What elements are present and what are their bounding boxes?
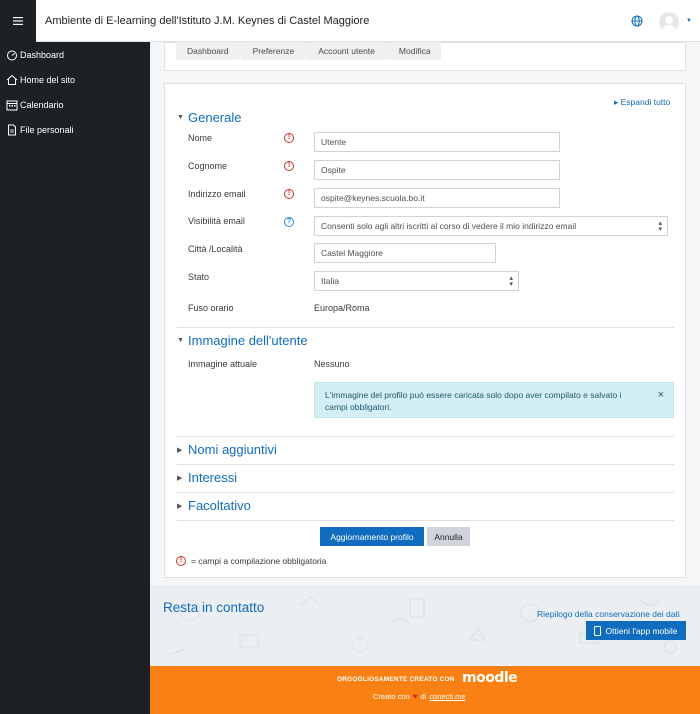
section-general[interactable]: ▼ Generale: [177, 110, 241, 125]
required-icon: !: [284, 161, 294, 171]
expand-all-label: Espandi tutto: [620, 97, 671, 107]
calendar-icon: [6, 100, 18, 111]
divider: [177, 492, 674, 493]
caret-right-icon: ▶: [177, 446, 183, 454]
section-user-image[interactable]: ▼ Immagine dell'utente: [177, 333, 308, 348]
sidebar-item-dashboard[interactable]: Dashboard: [6, 49, 64, 61]
divider: [177, 436, 674, 437]
first-name-input[interactable]: [314, 132, 560, 152]
file-icon: [8, 124, 16, 136]
navbar: Ambiente di E-learning dell'Istituto J.M…: [0, 0, 700, 42]
moodle-logo[interactable]: moodle: [462, 670, 518, 686]
alert-text: L'immagine del profilo può essere carica…: [325, 390, 622, 412]
globe-icon[interactable]: [631, 15, 643, 27]
country-select[interactable]: Italia ▴ ▾: [314, 271, 519, 291]
select-arrows-icon: ▴ ▾: [509, 275, 513, 288]
divider: [177, 327, 674, 328]
current-image-value: Nessuno: [314, 359, 350, 369]
hamburger-icon[interactable]: [0, 0, 36, 42]
data-retention-link[interactable]: Riepilogo della conservazione dei dati: [537, 609, 680, 619]
sidebar-item-label: Home del sito: [20, 75, 76, 85]
divider: [177, 464, 674, 465]
expand-all-link[interactable]: ▸ Espandi tutto: [614, 97, 670, 108]
help-icon[interactable]: ?: [284, 217, 294, 227]
contact-heading: Resta in contatto: [163, 600, 265, 615]
required-icon: !: [284, 133, 294, 143]
email-visibility-label: Visibilità email: [188, 216, 245, 226]
mobile-app-label: Ottieni l'app mobile: [605, 625, 678, 636]
sidebar: [0, 42, 150, 714]
dashboard-icon: [7, 50, 17, 61]
required-icon: !: [284, 189, 294, 199]
first-name-label: Nome: [188, 133, 213, 143]
select-arrows-icon: ▴ ▾: [658, 220, 662, 233]
select-value: Italia: [321, 276, 339, 286]
avatar-icon[interactable]: [659, 12, 679, 32]
heart-icon: ♥: [412, 692, 418, 701]
email-label: Indirizzo email: [188, 189, 246, 199]
caret-down-icon: ▼: [177, 114, 184, 121]
breadcrumb-item[interactable]: Preferenze: [240, 42, 309, 60]
cancel-button[interactable]: Annulla: [427, 527, 470, 546]
credit-link[interactable]: conecti.me: [429, 692, 465, 701]
section-optional[interactable]: ▶ Facoltativo: [177, 498, 251, 513]
breadcrumb: Dashboard Preferenze Account utente Modi…: [176, 42, 441, 60]
breadcrumb-item: Modifica: [386, 42, 441, 60]
sidebar-item-label: Dashboard: [20, 50, 65, 60]
timezone-value: Europa/Roma: [314, 303, 370, 313]
credit-prefix: Creato con: [373, 692, 410, 701]
sidebar-item-files[interactable]: File personali: [6, 124, 74, 136]
email-visibility-select[interactable]: Consenti solo agli altri iscritti al cor…: [314, 216, 668, 236]
section-title: Facoltativo: [188, 498, 251, 513]
city-input[interactable]: [314, 243, 496, 263]
site-title[interactable]: Ambiente di E-learning dell'Istituto J.M…: [45, 15, 369, 27]
sidebar-item-calendar[interactable]: Calendario: [6, 99, 64, 111]
home-icon: [6, 74, 18, 85]
powered-by-text: ORGOGLIOSAMENTE CREATO CON: [337, 676, 455, 683]
divider: [177, 520, 674, 521]
section-additional-names[interactable]: ▶ Nomi aggiuntivi: [177, 442, 277, 457]
sidebar-item-label: File personali: [20, 125, 74, 135]
timezone-label: Fuso orario: [188, 303, 234, 313]
chevron-down-icon[interactable]: ▼: [686, 18, 692, 24]
current-image-label: Immagine attuale: [188, 359, 258, 369]
update-profile-button[interactable]: Aggiornamento profilo: [320, 527, 424, 546]
section-title: Interessi: [188, 470, 238, 485]
section-title: Nomi aggiuntivi: [188, 442, 277, 457]
sidebar-item-label: Calendario: [20, 100, 64, 110]
legend-text: = campi a compilazione obbligatoria: [191, 556, 327, 566]
mobile-app-button[interactable]: Ottieni l'app mobile: [586, 621, 686, 640]
footer-credits: [150, 666, 700, 714]
section-title: Generale: [188, 110, 242, 125]
image-info-alert: L'immagine del profilo può essere carica…: [314, 382, 674, 418]
caret-right-icon: ▶: [177, 474, 183, 482]
sidebar-item-home[interactable]: Home del sito: [6, 74, 75, 86]
required-icon: !: [176, 556, 186, 566]
select-value: Consenti solo agli altri iscritti al cor…: [321, 221, 577, 231]
city-label: Città /Località: [188, 244, 243, 254]
caret-right-icon: ▶: [177, 502, 183, 510]
credit-mid: di: [420, 692, 427, 701]
last-name-label: Cognome: [188, 161, 228, 171]
caret-down-icon: ▼: [177, 337, 184, 344]
close-icon[interactable]: ×: [658, 389, 664, 401]
breadcrumb-item[interactable]: Dashboard: [176, 42, 244, 60]
credit-line: Creato con ♥ di conecti.me: [373, 692, 466, 701]
last-name-input[interactable]: [314, 160, 560, 180]
required-legend: ! = campi a compilazione obbligatoria: [176, 556, 326, 566]
section-interests[interactable]: ▶ Interessi: [177, 470, 237, 485]
section-title: Immagine dell'utente: [188, 333, 308, 348]
country-label: Stato: [188, 272, 210, 282]
breadcrumb-item[interactable]: Account utente: [306, 42, 390, 60]
email-input[interactable]: [314, 188, 560, 208]
mobile-phone-icon: [594, 625, 602, 636]
